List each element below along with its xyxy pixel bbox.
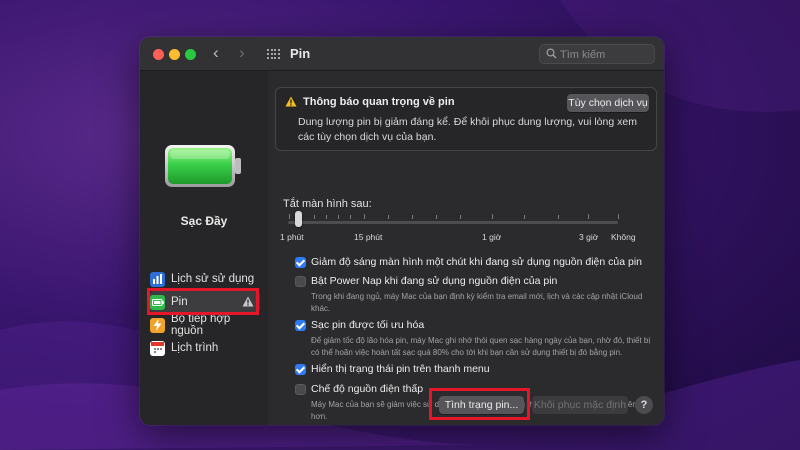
notice-title: Thông báo quan trọng về pin [303, 96, 455, 108]
notice-text: Dung lượng pin bị giảm đáng kể. Để khôi … [298, 116, 637, 143]
checkbox-dim-display[interactable] [295, 257, 306, 268]
slider-tick-label: 3 giờ [579, 232, 599, 242]
slider-tick [289, 214, 290, 219]
slider-tick [558, 215, 559, 219]
minimize-button[interactable] [169, 49, 180, 60]
battery-preferences-window: ‹ › Pin Tìm kiếm Sạc Đầy Lịch sử sử dụng… [140, 37, 664, 425]
slider-tick [388, 215, 389, 219]
sidebar: Sạc Đầy Lịch sử sử dụng Pin Bộ tiếp hợp … [140, 71, 268, 425]
slider-tick [618, 214, 619, 219]
show-all-grid-icon[interactable] [267, 49, 280, 60]
sidebar-item-usage-history[interactable]: Lịch sử sử dụng [150, 268, 260, 290]
checkbox-low-power-mode[interactable] [295, 384, 306, 395]
search-field[interactable] [539, 44, 655, 64]
battery-full-icon [165, 145, 241, 187]
slider-tick-label: 15 phút [354, 232, 383, 242]
title-bar: ‹ › Pin [140, 37, 664, 71]
option-description: Để giảm tốc độ lão hóa pin, máy Mac ghi … [311, 336, 651, 357]
important-notice-box: Thông báo quan trọng về pin Tùy chọn dịc… [275, 87, 657, 151]
slider-tick [460, 215, 461, 219]
back-button[interactable]: ‹ [213, 44, 219, 62]
display-off-slider-track[interactable] [288, 221, 618, 224]
slider-tick [436, 215, 437, 219]
calendar-icon [150, 340, 165, 356]
sidebar-item-label: Bộ tiếp hợp nguồn [171, 313, 231, 337]
forward-button[interactable]: › [239, 44, 245, 62]
sidebar-item-schedule[interactable]: Lịch trình [150, 337, 260, 359]
slider-tick [492, 214, 493, 219]
turn-display-off-label: Tắt màn hình sau: [283, 198, 372, 210]
highlight-frame-battery-health [429, 388, 530, 420]
restore-defaults-button[interactable]: Khôi phục mặc định [532, 396, 628, 414]
option-label: Chế độ nguồn điện thấp [311, 383, 424, 395]
checkbox-show-menu-bar-status[interactable] [295, 364, 306, 375]
slider-tick [588, 214, 589, 219]
slider-tick-label: 1 phút [280, 232, 304, 242]
service-options-button[interactable]: Tùy chọn dịch vụ [567, 94, 649, 112]
option-label: Bật Power Nap khi đang sử dụng nguồn điệ… [311, 275, 558, 287]
slider-tick [326, 215, 327, 219]
close-button[interactable] [153, 49, 164, 60]
sidebar-item-label: Lịch sử sử dụng [171, 273, 255, 285]
battery-status-label: Sạc Đầy [180, 214, 228, 228]
option-label: Giảm độ sáng màn hình một chút khi đang … [311, 256, 642, 268]
slider-tick-label: 1 giờ [482, 232, 502, 242]
warning-icon [285, 96, 297, 107]
slider-tick [364, 214, 365, 219]
slider-tick [350, 215, 351, 219]
search-icon [546, 48, 557, 59]
option-label: Hiển thị trạng thái pin trên thanh menu [311, 363, 490, 375]
slider-tick [338, 215, 339, 219]
search-input[interactable] [560, 47, 650, 62]
sidebar-item-power-adapter[interactable]: Bộ tiếp hợp nguồn [150, 313, 260, 337]
help-button[interactable]: ? [635, 396, 653, 414]
slider-tick [524, 215, 525, 219]
slider-tick [412, 215, 413, 219]
slider-tick [314, 215, 315, 219]
option-label: Sạc pin được tối ưu hóa [311, 319, 425, 331]
checkbox-optimized-charging[interactable] [295, 320, 306, 331]
bar-chart-icon [150, 271, 165, 287]
slider-tick-label: Không [611, 232, 636, 242]
option-description: Trong khi đang ngủ, máy Mac của bạn định… [311, 292, 643, 313]
zoom-button[interactable] [185, 49, 196, 60]
sidebar-item-label: Lịch trình [171, 342, 219, 354]
window-title: Pin [290, 46, 311, 61]
highlight-frame-pin [147, 288, 259, 315]
checkbox-power-nap[interactable] [295, 276, 306, 287]
display-off-slider-knob[interactable] [295, 211, 302, 227]
lightning-icon [150, 317, 165, 333]
